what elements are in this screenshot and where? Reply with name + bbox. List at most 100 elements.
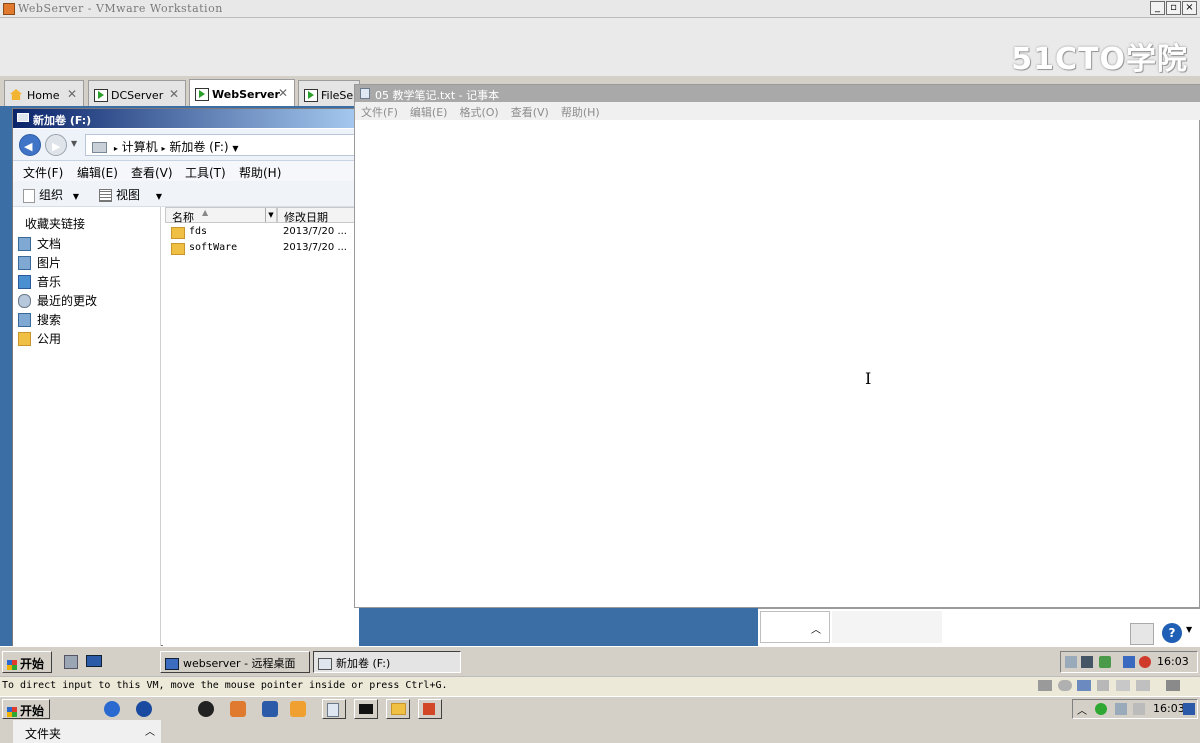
chevron-up-icon: ︿ [145,727,155,738]
hard-disk-icon[interactable] [1038,680,1052,691]
menu-help[interactable]: 帮助(H) [239,164,281,181]
menu-edit[interactable]: 编辑(E) [77,164,118,181]
host-system-tray: ︿ 16:03 [1072,699,1198,719]
minimize-button[interactable]: _ [1150,1,1165,15]
column-header-date[interactable]: 修改日期 [277,207,359,224]
folders-toggle[interactable]: 文件夹 ︿ [13,719,161,743]
tab-label: WebServer [212,88,280,101]
file-manager-icon[interactable] [262,701,278,717]
task-remote-desktop[interactable]: webserver - 远程桌面 [160,651,310,673]
explorer-window: 新加卷 (F:) ◀ ▶ ▼ ▸ 计算机 ▸ 新加卷 (F:) ▼ 文件(F) … [12,108,359,743]
menu-file[interactable]: 文件(F) [361,106,398,119]
task-explorer[interactable]: 新加卷 (F:) [313,651,461,673]
breadcrumb-computer[interactable]: 计算机 [122,140,158,154]
close-icon[interactable]: ✕ [67,87,77,101]
tab-home[interactable]: Home ✕ [4,80,84,106]
forward-button[interactable]: ▶ [45,134,67,156]
chevron-up-icon[interactable]: ︿ [1077,702,1087,717]
tab-label: Home [27,89,60,102]
chevron-down-icon[interactable]: ▼ [71,139,77,148]
address-field[interactable]: ▸ 计算机 ▸ 新加卷 (F:) ▼ [85,134,357,156]
sync-icon[interactable] [1095,703,1107,715]
show-desktop-icon[interactable] [86,655,102,667]
file-row[interactable]: softWare 2013/7/20 ... [171,241,357,257]
chevron-down-icon[interactable]: ▼ [265,208,276,222]
security-icon[interactable] [1099,656,1111,668]
qq-icon[interactable] [198,701,214,717]
menu-view[interactable]: 查看(V) [131,164,173,181]
restore-button[interactable]: ▫ [1166,1,1181,15]
organize-button[interactable]: 组织 ▼ [23,186,79,203]
nav-item-pictures[interactable]: 图片 [18,254,61,272]
menu-format[interactable]: 格式(O) [459,106,498,119]
ie-icon[interactable] [104,701,120,717]
nav-item-music[interactable]: 音乐 [18,273,61,291]
display-icon[interactable] [1136,680,1150,691]
connections-icon[interactable] [1123,656,1135,668]
navigation-pane: 收藏夹链接 文档 图片 音乐 最近的更改 搜索 公用 文件夹 ︿ [13,207,161,743]
chevron-down-icon[interactable]: ▼ [232,144,238,153]
tab-dcserver[interactable]: DCServer ✕ [88,80,186,106]
menu-tools[interactable]: 工具(T) [185,164,226,181]
menu-file[interactable]: 文件(F) [23,164,63,181]
host-start-button[interactable]: 开始 [2,699,50,719]
back-button[interactable]: ◀ [19,134,41,156]
show-desktop-icon[interactable] [1183,703,1195,715]
task-notepad[interactable] [322,699,346,719]
task-folder[interactable] [386,699,410,719]
notepad-titlebar[interactable]: 05 教学笔记.txt - 记事本 [355,85,1200,102]
task-console[interactable] [354,699,378,719]
nav-item-documents[interactable]: 文档 [18,235,62,253]
nav-item-public[interactable]: 公用 [18,330,61,348]
task-powerpoint[interactable] [418,699,442,719]
chevron-up-icon: ︿ [811,625,821,636]
start-button[interactable]: 开始 [2,651,52,673]
sound-icon[interactable] [1116,680,1130,691]
chevron-down-icon[interactable]: ▼ [1186,625,1192,634]
network-icon[interactable] [1115,703,1127,715]
vmware-tools-icon[interactable] [1081,656,1093,668]
volume-icon[interactable] [1133,703,1145,715]
server-manager-icon[interactable] [64,655,78,669]
close-button[interactable]: × [1182,1,1197,15]
vm-tab-bar: Home ✕ DCServer ✕ WebServer ✕ FileSer [0,76,360,107]
nav-item-recent-changes[interactable]: 最近的更改 [18,292,97,310]
column-header-name[interactable]: 名称 ▲ ▼ [165,207,277,224]
menu-view[interactable]: 查看(V) [511,106,549,119]
nav-label: 文档 [37,237,62,251]
organize-icon [23,188,35,203]
task-label: webserver - 远程桌面 [183,657,296,670]
help-icon[interactable]: ? [1162,623,1182,643]
menu-edit[interactable]: 编辑(E) [410,106,448,119]
bluetooth-icon[interactable] [1097,680,1109,691]
windows-logo-icon [7,706,17,717]
keyboard-icon[interactable] [1130,623,1154,645]
close-icon[interactable]: ✕ [169,87,179,101]
message-log-icon[interactable] [1166,680,1180,691]
menu-help[interactable]: 帮助(H) [561,106,600,119]
tab-fileserver[interactable]: FileSer [298,80,360,106]
folder-icon [171,243,185,255]
close-icon[interactable]: ✕ [278,86,288,100]
network-icon[interactable] [1065,656,1077,668]
drive-icon [17,113,29,122]
browser-icon[interactable] [136,701,152,717]
collapse-panel[interactable]: ︿ [760,611,830,643]
file-row[interactable]: fds 2013/7/20 ... [171,225,357,241]
alert-icon[interactable] [1139,656,1151,668]
file-name: softWare [189,242,238,253]
cdrom-icon[interactable] [1058,680,1072,691]
computer-icon [92,142,107,153]
network-adapter-icon[interactable] [1077,680,1091,691]
views-label: 视图 [116,188,141,202]
vm-running-icon [94,89,108,102]
views-button[interactable]: 视图 ▼ [99,186,162,203]
nav-item-search[interactable]: 搜索 [18,311,61,329]
media-icon[interactable] [290,701,306,717]
breadcrumb-volume[interactable]: 新加卷 (F:) [169,140,228,154]
vmware-icon[interactable] [230,701,246,717]
notepad-text-area[interactable] [355,120,1199,607]
breadcrumb-sep: ▸ [161,144,166,153]
tab-webserver[interactable]: WebServer ✕ [189,79,295,107]
explorer-titlebar[interactable]: 新加卷 (F:) [13,109,359,128]
